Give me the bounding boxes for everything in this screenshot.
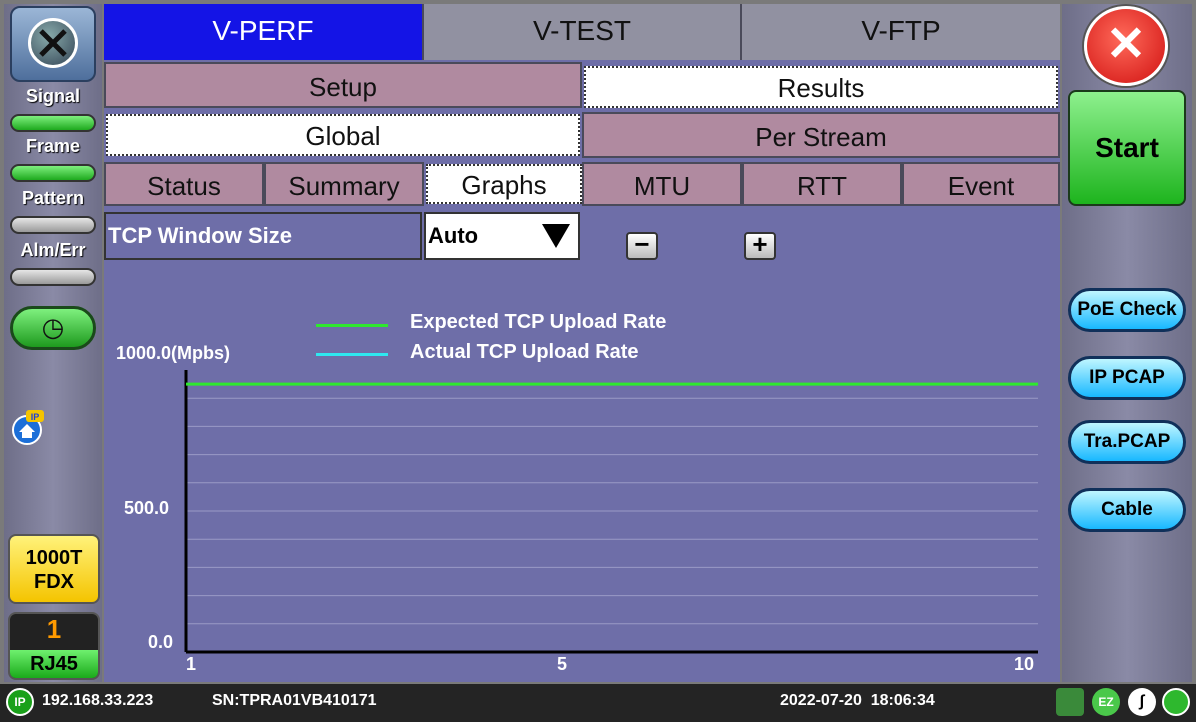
date-time: 2022-07-20 18:06:34 bbox=[780, 692, 935, 709]
tab-event[interactable]: Event bbox=[902, 162, 1060, 206]
ip-pcap-button[interactable]: IP PCAP bbox=[1068, 356, 1186, 400]
y-tick-label-1000: 1000.0(Mpbs) bbox=[116, 343, 231, 363]
speed-line2: FDX bbox=[34, 571, 74, 593]
cable-button[interactable]: Cable bbox=[1068, 488, 1186, 532]
plus-icon: + bbox=[752, 229, 768, 259]
tab-status[interactable]: Status bbox=[104, 162, 264, 206]
close-icon: ✕ bbox=[1105, 18, 1147, 71]
clock-icon: ◷ bbox=[41, 312, 65, 342]
network-icon bbox=[1056, 688, 1084, 716]
dropdown-value: Auto bbox=[428, 223, 479, 248]
tab-v-ftp[interactable]: V-FTP bbox=[742, 4, 1060, 60]
speed-line1: 1000T bbox=[25, 547, 83, 569]
tools-icon bbox=[28, 18, 78, 68]
wifi-icon[interactable] bbox=[1162, 688, 1190, 716]
tab-results[interactable]: Results bbox=[584, 66, 1058, 108]
serial-number: SN:TPRA01VB410171 bbox=[212, 692, 377, 709]
poe-check-button[interactable]: PoE Check bbox=[1068, 288, 1186, 332]
right-panel: ✕ Start PoE Check IP PCAP Tra.PCAP Cable bbox=[1062, 4, 1192, 682]
legend-label-expected: Expected TCP Upload Rate bbox=[410, 311, 667, 333]
app-frame: Signal Frame Pattern Alm/Err ◷ IP 1000T … bbox=[0, 0, 1196, 722]
tcp-window-size-label: TCP Window Size bbox=[104, 212, 422, 260]
signal-label: Signal bbox=[25, 86, 80, 106]
minus-icon: − bbox=[634, 229, 650, 259]
status-bar: IP 192.168.33.223 SN:TPRA01VB410171 2022… bbox=[0, 684, 1196, 722]
close-button[interactable]: ✕ bbox=[1084, 6, 1168, 86]
tools-button[interactable] bbox=[10, 6, 96, 82]
bluetooth-icon[interactable]: ∫ bbox=[1128, 688, 1156, 716]
x-tick-label-5: 5 bbox=[557, 654, 568, 674]
ip-status-icon: IP bbox=[6, 688, 34, 716]
chart-grid bbox=[186, 397, 1038, 625]
legend-swatch-actual bbox=[316, 353, 388, 356]
zoom-in-button[interactable]: + bbox=[744, 229, 776, 260]
main-panel: V-PERF V-TEST V-FTP Setup Results Global… bbox=[104, 4, 1060, 682]
port-number: 1 bbox=[46, 614, 62, 644]
history-button[interactable]: ◷ bbox=[10, 306, 96, 350]
start-button[interactable]: Start bbox=[1068, 90, 1186, 206]
link-speed-button[interactable]: 1000T FDX bbox=[8, 534, 100, 604]
zoom-out-button[interactable]: − bbox=[626, 229, 658, 260]
dropdown-arrow-icon bbox=[542, 224, 570, 248]
ip-address: 192.168.33.223 bbox=[42, 692, 154, 709]
left-panel: Signal Frame Pattern Alm/Err ◷ IP 1000T … bbox=[4, 4, 102, 682]
tra-pcap-button[interactable]: Tra.PCAP bbox=[1068, 420, 1186, 464]
y-tick-label-0: 0.0 bbox=[148, 632, 174, 652]
tab-rtt[interactable]: RTT bbox=[742, 162, 902, 206]
ez-icon[interactable]: EZ bbox=[1092, 688, 1120, 716]
alm-err-label: Alm/Err bbox=[20, 240, 86, 260]
port-button[interactable]: 1 RJ45 bbox=[8, 612, 100, 680]
ip-home-icon[interactable]: IP bbox=[8, 408, 46, 446]
frame-indicator bbox=[10, 164, 96, 182]
tab-mtu[interactable]: MTU bbox=[582, 162, 742, 206]
legend-swatch-expected bbox=[316, 324, 388, 327]
tab-setup[interactable]: Setup bbox=[104, 62, 582, 108]
pattern-indicator bbox=[10, 216, 96, 234]
tab-global[interactable]: Global bbox=[106, 114, 580, 156]
frame-label: Frame bbox=[25, 136, 81, 156]
port-label: RJ45 bbox=[10, 650, 98, 678]
x-tick-label-1: 1 bbox=[186, 654, 197, 674]
tab-summary[interactable]: Summary bbox=[264, 162, 424, 206]
ip-badge-text: IP bbox=[31, 412, 40, 422]
tab-v-perf[interactable]: V-PERF bbox=[104, 4, 424, 60]
tab-graphs[interactable]: Graphs bbox=[426, 164, 582, 204]
x-tick-label-10: 10 bbox=[1014, 654, 1035, 674]
signal-indicator bbox=[10, 114, 96, 132]
tab-per-stream[interactable]: Per Stream bbox=[582, 112, 1060, 158]
tab-v-test[interactable]: V-TEST bbox=[424, 4, 742, 60]
pattern-label: Pattern bbox=[21, 188, 84, 208]
y-tick-label-500: 500.0 bbox=[124, 498, 170, 518]
alm-err-indicator bbox=[10, 268, 96, 286]
tcp-window-size-dropdown[interactable]: Auto bbox=[424, 212, 580, 260]
ip-status-text: IP bbox=[14, 695, 26, 709]
legend-label-actual: Actual TCP Upload Rate bbox=[410, 341, 639, 363]
